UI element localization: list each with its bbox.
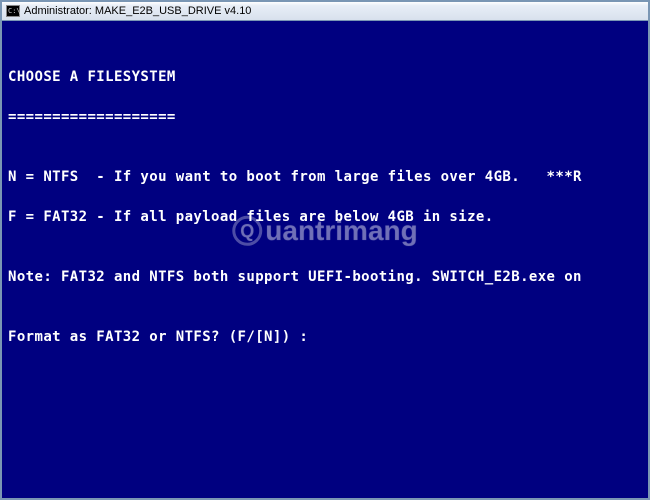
fs-header: CHOOSE A FILESYSTEM xyxy=(8,67,642,87)
option-fat32: F = FAT32 - If all payload files are bel… xyxy=(8,207,642,227)
fs-header-underline: =================== xyxy=(8,107,642,127)
terminal-output[interactable]: CHOOSE A FILESYSTEM =================== … xyxy=(2,21,648,498)
console-window: C:\ Administrator: MAKE_E2B_USB_DRIVE v4… xyxy=(0,0,650,500)
window-title: Administrator: MAKE_E2B_USB_DRIVE v4.10 xyxy=(24,5,251,17)
uefi-note: Note: FAT32 and NTFS both support UEFI-b… xyxy=(8,267,642,287)
option-ntfs: N = NTFS - If you want to boot from larg… xyxy=(8,167,642,187)
cmd-icon: C:\ xyxy=(6,5,20,17)
format-prompt[interactable]: Format as FAT32 or NTFS? (F/[N]) : xyxy=(8,327,642,347)
window-titlebar[interactable]: C:\ Administrator: MAKE_E2B_USB_DRIVE v4… xyxy=(2,2,648,21)
